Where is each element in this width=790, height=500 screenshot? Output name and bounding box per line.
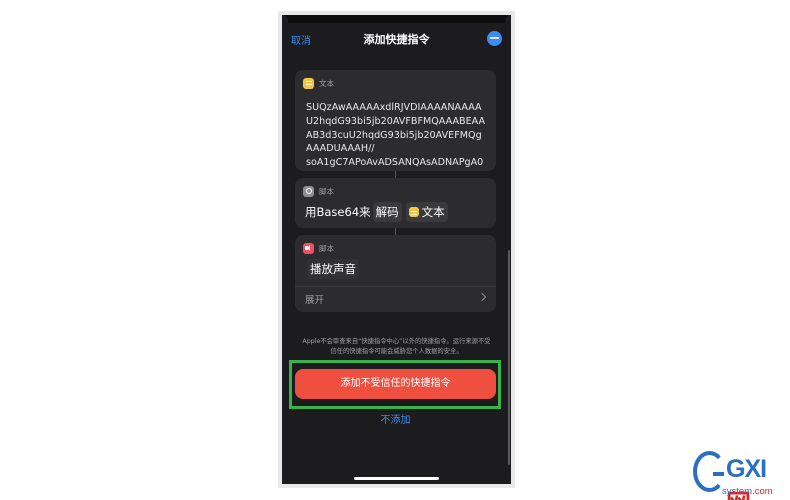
nav-bar: 取消 添加快捷指令 (282, 29, 511, 49)
action-type-label: 文本 (319, 78, 334, 88)
play-sound-row: 播放声音 (305, 259, 361, 279)
text-action-card[interactable]: 文本 SUQzAwAAAAAxdlRJVDIAAAANAAAA U2hqdG93… (295, 70, 496, 171)
text-content[interactable]: SUQzAwAAAAAxdlRJVDIAAAANAAAA U2hqdG93bi5… (306, 101, 490, 170)
decode-mode-chip[interactable]: 解码 (372, 202, 402, 222)
script-gear-icon (303, 185, 314, 197)
text-variable-chip[interactable]: 文本 (405, 202, 448, 222)
variable-label: 文本 (421, 205, 445, 219)
dont-add-button[interactable]: 不添加 (295, 411, 496, 426)
watermark-domain-b: .com (752, 486, 773, 497)
flow-connector (395, 228, 396, 235)
text-app-icon (408, 207, 419, 217)
card-divider (295, 286, 496, 287)
page-title: 添加快捷指令 (363, 33, 430, 46)
add-untrusted-shortcut-button[interactable]: 添加不受信任的快捷指令 (295, 369, 496, 399)
card-header: 文本 (303, 77, 334, 89)
base64-action-card[interactable]: 脚本 用Base64来 解码 文本 (295, 178, 496, 228)
text-line: U2hqdG93bi5jb20AVFBFMQAAABEAA (306, 115, 486, 127)
watermark-letters: GXI (726, 455, 767, 483)
card-header: 脚本 (303, 242, 334, 254)
text-line: SUQzAwAAAAAxdlRJVDIAAAANAAAA (306, 102, 482, 113)
text-line: AB3d3cuU2hqdG93bi5jb20AVEFMQg (306, 129, 482, 141)
action-type-label: 脚本 (319, 186, 334, 196)
decode-mode-label: 解码 (375, 205, 399, 219)
expand-button[interactable]: 展开 (305, 292, 324, 306)
play-sound-action-card[interactable]: 脚本 播放声音 展开 (295, 235, 496, 312)
scrollbar[interactable] (508, 250, 510, 465)
watermark-domain: system.com (722, 486, 773, 497)
base64-action-row: 用Base64来 解码 文本 (305, 202, 450, 222)
card-header: 脚本 (303, 185, 334, 197)
text-line: AAADUAAAH// (306, 143, 375, 155)
action-type-label: 脚本 (319, 243, 334, 253)
chevron-right-icon[interactable] (477, 292, 487, 302)
play-sound-chip[interactable]: 播放声音 (307, 259, 359, 279)
watermark-domain-a: system (722, 486, 753, 497)
text-app-icon (303, 77, 314, 89)
ellipsis-circle-icon[interactable] (487, 31, 502, 46)
sound-icon (303, 242, 314, 254)
base64-prefix: 用Base64来 (305, 205, 371, 219)
text-line: soA1gC7APoAvADSANQAsADNAPgA0 (306, 157, 484, 169)
untrusted-warning-text: Apple不会审查来自“快捷指令中心”以外的快捷指令。运行来源不受信任的快捷指令… (302, 338, 491, 355)
home-indicator (354, 477, 439, 480)
play-sound-label: 播放声音 (310, 262, 356, 276)
status-strip (282, 15, 511, 23)
flow-connector (395, 171, 396, 178)
